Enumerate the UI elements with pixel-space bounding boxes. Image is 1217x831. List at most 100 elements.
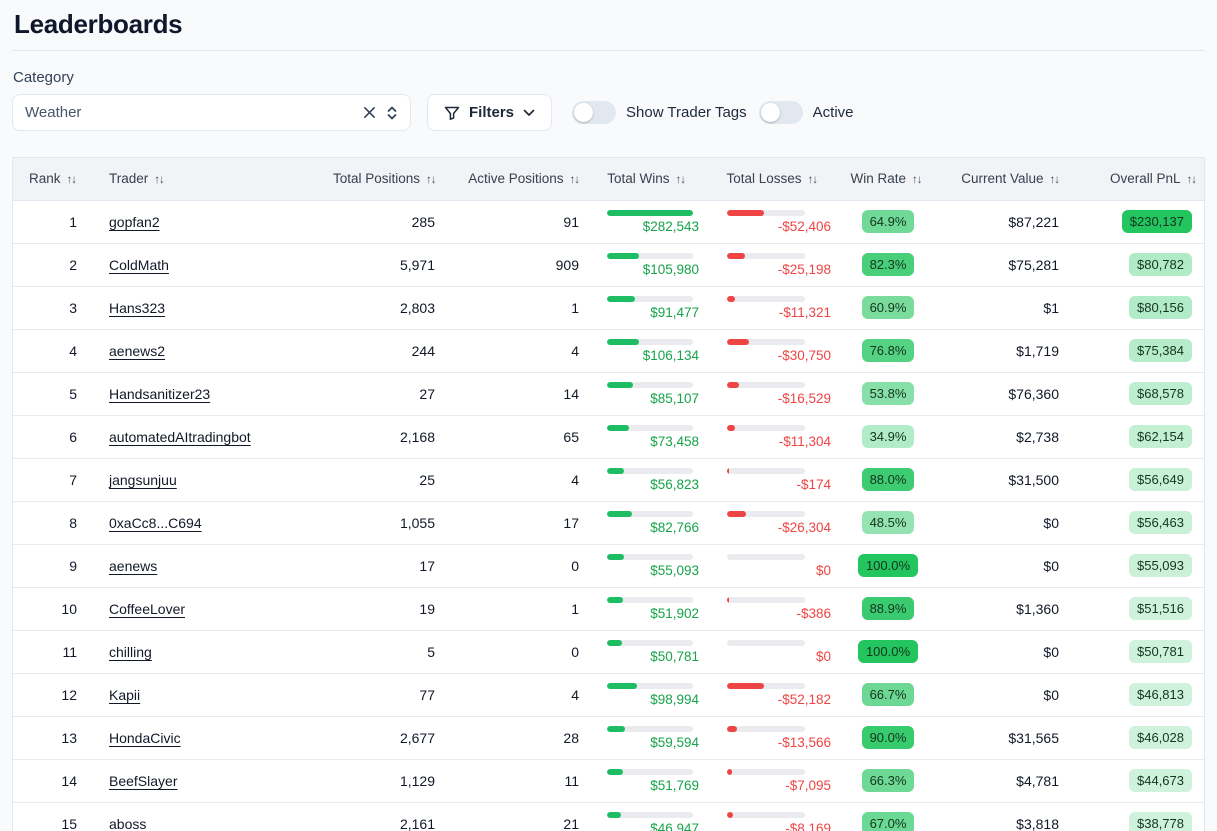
sort-icon[interactable]: ↑↓ <box>676 174 686 186</box>
pnl-badge: $55,093 <box>1129 554 1192 577</box>
active-positions-value: 909 <box>445 243 593 286</box>
trader-link[interactable]: aenews2 <box>109 343 165 359</box>
wins-bar-track <box>607 597 693 603</box>
current-value: $87,221 <box>941 200 1067 243</box>
sort-icon[interactable]: ↑↓ <box>154 174 164 186</box>
losses-bar-fill <box>727 210 764 216</box>
total-wins-meter: $282,543 <box>607 201 699 243</box>
trader-link[interactable]: CoffeeLover <box>109 601 185 617</box>
category-select[interactable]: Weather <box>12 94 411 131</box>
win-rate-badge: 67.0% <box>862 812 915 831</box>
total-losses-meter: -$11,321 <box>727 287 831 329</box>
pnl-badge: $46,813 <box>1129 683 1192 706</box>
rank-value: 3 <box>13 286 97 329</box>
toggle-knob <box>761 103 780 122</box>
total-positions-value: 5,971 <box>333 243 445 286</box>
losses-bar-fill <box>727 296 735 302</box>
pnl-badge: $80,782 <box>1129 253 1192 276</box>
column-header-trader[interactable]: Trader↑↓ <box>97 158 333 200</box>
trader-link[interactable]: jangsunjuu <box>109 472 177 488</box>
losses-bar-fill <box>727 253 745 259</box>
category-selected-value: Weather <box>25 104 363 121</box>
total-positions-value: 27 <box>333 372 445 415</box>
rank-value: 1 <box>13 200 97 243</box>
losses-bar-fill <box>727 597 729 603</box>
column-header-current-value[interactable]: Current Value↑↓ <box>941 158 1067 200</box>
total-losses-value: $0 <box>727 564 831 578</box>
total-wins-meter: $55,093 <box>607 545 699 587</box>
trader-link[interactable]: gopfan2 <box>109 214 160 230</box>
total-positions-value: 5 <box>333 630 445 673</box>
column-header-overall-pnl[interactable]: Overall PnL↑↓ <box>1067 158 1205 200</box>
win-rate-badge: 76.8% <box>862 339 915 362</box>
active-positions-value: 1 <box>445 587 593 630</box>
select-chevrons-icon[interactable] <box>386 105 398 121</box>
pnl-badge: $80,156 <box>1129 296 1192 319</box>
trader-link[interactable]: Handsanitizer23 <box>109 386 210 402</box>
trader-link[interactable]: Hans323 <box>109 300 165 316</box>
leaderboards-page: Leaderboards Category Weather Filters <box>0 0 1217 831</box>
losses-bar-track <box>727 468 805 474</box>
total-losses-meter: -$26,304 <box>727 502 831 544</box>
filters-button[interactable]: Filters <box>427 94 552 131</box>
rank-value: 12 <box>13 673 97 716</box>
losses-bar-track <box>727 726 805 732</box>
total-losses-meter: -$13,566 <box>727 717 831 759</box>
active-toggle[interactable] <box>759 101 803 124</box>
sort-icon[interactable]: ↑↓ <box>67 174 77 186</box>
total-wins-value: $82,766 <box>607 521 699 535</box>
trader-link[interactable]: Kapii <box>109 687 140 703</box>
trader-link[interactable]: BeefSlayer <box>109 773 177 789</box>
losses-bar-track <box>727 597 805 603</box>
page-title: Leaderboards <box>12 0 1205 50</box>
total-losses-value: -$11,304 <box>727 435 831 449</box>
losses-bar-track <box>727 382 805 388</box>
column-header-total-wins[interactable]: Total Wins↑↓ <box>593 158 703 200</box>
column-header-rank[interactable]: Rank↑↓ <box>13 158 97 200</box>
losses-bar-fill <box>727 683 764 689</box>
total-wins-value: $46,947 <box>607 822 699 831</box>
trader-link[interactable]: 0xaCc8...C694 <box>109 515 202 531</box>
total-wins-meter: $73,458 <box>607 416 699 458</box>
clear-icon[interactable] <box>363 106 376 119</box>
sort-icon[interactable]: ↑↓ <box>426 174 436 186</box>
total-wins-meter: $51,769 <box>607 760 699 802</box>
column-header-active-positions[interactable]: Active Positions↑↓ <box>445 158 593 200</box>
total-wins-value: $98,994 <box>607 693 699 707</box>
sort-icon[interactable]: ↑↓ <box>1187 174 1197 186</box>
column-header-total-losses[interactable]: Total Losses↑↓ <box>703 158 835 200</box>
active-positions-value: 4 <box>445 673 593 716</box>
table-row: 15 aboss 2,161 21 $46,947 -$8,169 67.0% … <box>13 802 1205 831</box>
pnl-badge: $56,463 <box>1129 511 1192 534</box>
total-losses-meter: -$30,750 <box>727 330 831 372</box>
active-positions-value: 4 <box>445 329 593 372</box>
current-value: $0 <box>941 673 1067 716</box>
leaderboard-body: 1 gopfan2 285 91 $282,543 -$52,406 64.9%… <box>13 200 1205 831</box>
column-header-total-positions[interactable]: Total Positions↑↓ <box>333 158 445 200</box>
win-rate-badge: 82.3% <box>862 253 915 276</box>
trader-link[interactable]: chilling <box>109 644 152 660</box>
current-value: $0 <box>941 630 1067 673</box>
total-wins-value: $55,093 <box>607 564 699 578</box>
trader-link[interactable]: aboss <box>109 816 146 831</box>
rank-value: 14 <box>13 759 97 802</box>
sort-icon[interactable]: ↑↓ <box>808 174 818 186</box>
active-toggle-label: Active <box>813 104 854 121</box>
trader-link[interactable]: ColdMath <box>109 257 169 273</box>
trader-link[interactable]: automatedAItradingbot <box>109 429 251 445</box>
total-losses-value: -$11,321 <box>727 306 831 320</box>
sort-icon[interactable]: ↑↓ <box>912 174 922 186</box>
current-value: $1,360 <box>941 587 1067 630</box>
column-header-win-rate[interactable]: Win Rate↑↓ <box>835 158 941 200</box>
trader-link[interactable]: HondaCivic <box>109 730 181 746</box>
trader-link[interactable]: aenews <box>109 558 157 574</box>
win-rate-badge: 88.0% <box>862 468 915 491</box>
table-row: 4 aenews2 244 4 $106,134 -$30,750 76.8% … <box>13 329 1205 372</box>
wins-bar-track <box>607 812 693 818</box>
active-positions-value: 65 <box>445 415 593 458</box>
sort-icon[interactable]: ↑↓ <box>1050 174 1060 186</box>
leaderboard-table: Rank↑↓ Trader↑↓ Total Positions↑↓ Active… <box>12 157 1205 831</box>
total-wins-value: $105,980 <box>607 263 699 277</box>
sort-icon[interactable]: ↑↓ <box>570 174 580 186</box>
show-trader-tags-toggle[interactable] <box>572 101 616 124</box>
